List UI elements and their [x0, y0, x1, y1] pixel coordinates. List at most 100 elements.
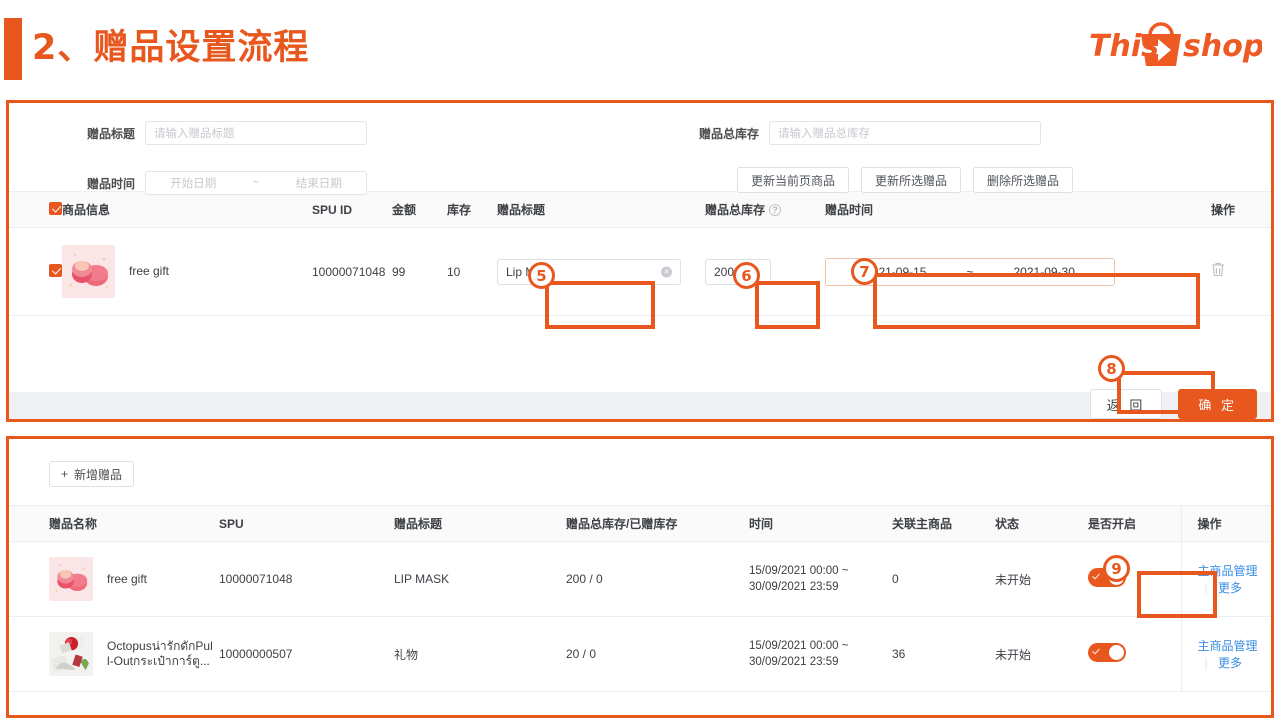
confirm-button[interactable]: 确 定: [1178, 389, 1257, 419]
list-time: 15/09/2021 00:00 ~ 30/09/2021 23:59: [749, 565, 849, 593]
back-button[interactable]: 返 回: [1089, 389, 1163, 419]
gift-total-stock-label: 赠品总库存: [699, 126, 760, 141]
enable-toggle[interactable]: [1088, 643, 1126, 662]
gift-total-stock-row-value: 200: [714, 264, 735, 279]
check-icon: [1092, 646, 1100, 655]
page-title: 2、赠品设置流程: [32, 28, 310, 68]
gift-time-daterange-input[interactable]: 开始日期 ~ 结束日期: [145, 171, 368, 195]
update-selected-gifts-button[interactable]: 更新所选赠品: [861, 167, 962, 193]
action-separator: |: [1204, 656, 1208, 670]
header-operation: 操作: [1211, 203, 1236, 217]
list-related-products: 0: [892, 572, 899, 586]
manage-main-products-link[interactable]: 主商品管理: [1198, 564, 1258, 578]
product-thumbnail: [62, 245, 115, 298]
more-link[interactable]: 更多: [1218, 656, 1242, 670]
field-gift-title: 赠品标题 请输入赠品标题: [87, 121, 368, 145]
select-all-checkbox[interactable]: [49, 201, 62, 215]
list-operation-cell: 主商品管理 | 更多: [1180, 541, 1271, 617]
header-product-info: 商品信息: [62, 203, 111, 217]
product-thumbnail: [49, 557, 93, 601]
gift-list-panel: + 新增赠品 赠品名称 SPU 赠品标题 赠品总库存/已赠库存 时间 关联主商品…: [6, 436, 1274, 718]
header-enabled: 是否开启: [1088, 517, 1137, 531]
date-range-separator: ~: [252, 177, 260, 189]
add-gift-button[interactable]: + 新增赠品: [49, 461, 135, 487]
header-spu-id: SPU ID: [312, 202, 353, 217]
list-enabled-cell: [1088, 617, 1181, 692]
gift-list-table: 赠品名称 SPU 赠品标题 赠品总库存/已赠库存 时间 关联主商品 状态 是否开…: [9, 505, 1271, 692]
step-badge-7: 7: [851, 258, 878, 285]
header-gift-total-stock: 赠品总库存?: [705, 192, 825, 228]
row-checkbox[interactable]: [49, 263, 62, 277]
gift-time-label: 赠品时间: [87, 176, 136, 191]
toggle-knob: [1109, 645, 1124, 660]
header-related-products: 关联主商品: [892, 517, 953, 531]
update-current-page-products-button[interactable]: 更新当前页商品: [737, 167, 850, 193]
step-badge-6: 6: [733, 262, 760, 289]
edit-footer-actions: 返 回 确 定: [1089, 389, 1257, 419]
header-gift-title: 赠品标题: [497, 203, 546, 217]
thisshop-logo: This shop: [1087, 18, 1262, 70]
row-stock: 10: [447, 264, 461, 279]
product-thumbnail: [49, 632, 93, 676]
svg-text:This: This: [1089, 29, 1159, 64]
delete-selected-gifts-button[interactable]: 删除所选赠品: [973, 167, 1074, 193]
list-stock: 20 / 0: [566, 647, 597, 661]
date-start-placeholder: 开始日期: [170, 178, 217, 190]
gift-title-placeholder: 请输入赠品标题: [154, 128, 235, 140]
header-time: 时间: [749, 517, 774, 531]
list-stock: 200 / 0: [566, 572, 603, 586]
delete-row-icon[interactable]: [1211, 263, 1225, 281]
list-related-products: 36: [892, 647, 906, 661]
table-row: free gift 10000071048 LIP MASK 200 / 0 1…: [9, 541, 1271, 617]
gift-edit-table-header: 商品信息 SPU ID 金额 库存 赠品标题 赠品总库存? 赠品时间 操作: [9, 191, 1271, 228]
clear-icon[interactable]: ×: [661, 266, 672, 277]
list-spu: 10000000507: [219, 647, 293, 661]
gift-title-row-input[interactable]: Lip Mask ×: [497, 258, 681, 285]
date-end-placeholder: 结束日期: [295, 178, 342, 190]
row-select-cell[interactable]: [9, 228, 62, 316]
check-icon: [1092, 571, 1100, 580]
step-badge-8: 8: [1098, 355, 1125, 382]
manage-main-products-link[interactable]: 主商品管理: [1198, 639, 1258, 653]
list-operation-cell: 主商品管理 | 更多: [1180, 616, 1271, 692]
list-enabled-cell: [1088, 542, 1181, 617]
gift-title-input[interactable]: 请输入赠品标题: [145, 121, 368, 145]
gift-edit-table: 商品信息 SPU ID 金额 库存 赠品标题 赠品总库存? 赠品时间 操作 fr…: [9, 191, 1271, 316]
trash-icon-svg: [1212, 263, 1224, 277]
list-gift-title: 礼物: [394, 647, 419, 662]
table-row: Octopusน่ารักดักPul l-Outกระเป๋าการ์ตู..…: [9, 616, 1271, 692]
list-time-cell: 15/09/2021 00:00 ~ 30/09/2021 23:59: [749, 542, 892, 617]
product-name: free gift: [129, 264, 170, 278]
page-header: 2、赠品设置流程 This shop: [0, 0, 1280, 92]
header-select-all[interactable]: [9, 192, 62, 228]
table-row: free gift 10000071048 99 10 Lip Mask ×: [9, 228, 1271, 316]
gift-date-separator: ~: [966, 264, 974, 279]
header-spu: SPU: [219, 516, 244, 531]
gift-name: free gift: [107, 571, 148, 586]
header-gift-name: 赠品名称: [49, 517, 98, 531]
bulk-action-buttons: 更新当前页商品 更新所选赠品 删除所选赠品: [737, 167, 1074, 193]
row-gift-total-stock-cell: 200: [705, 228, 825, 316]
svg-text:shop: shop: [1183, 29, 1262, 64]
gift-total-stock-input[interactable]: 请输入赠品总库存: [769, 121, 1042, 145]
gift-list-table-header: 赠品名称 SPU 赠品标题 赠品总库存/已赠库存 时间 关联主商品 状态 是否开…: [9, 505, 1271, 542]
row-amount: 99: [392, 264, 406, 279]
header-amount: 金额: [392, 203, 417, 217]
plus-icon: +: [61, 467, 69, 481]
header-gift-stock-used: 赠品总库存/已赠库存: [566, 517, 678, 531]
gift-title-label: 赠品标题: [87, 126, 136, 141]
field-gift-total-stock: 赠品总库存 请输入赠品总库存: [699, 121, 1042, 145]
action-separator: |: [1204, 581, 1208, 595]
list-spu: 10000071048: [219, 572, 293, 586]
header-list-operation: 操作: [1180, 505, 1271, 542]
list-status: 未开始: [995, 647, 1032, 662]
list-status: 未开始: [995, 572, 1032, 587]
more-link[interactable]: 更多: [1218, 581, 1242, 595]
row-gift-time-cell: 2021-09-15 ~ 2021-09-30: [825, 228, 1211, 316]
row-spu-id: 10000071048: [312, 264, 386, 279]
help-icon[interactable]: ?: [769, 204, 782, 216]
header-gift-total-stock-text: 赠品总库存: [705, 203, 766, 217]
gift-total-stock-placeholder: 请输入赠品总库存: [778, 128, 871, 140]
gift-name: Octopusน่ารักดักPul l-Outกระเป๋าการ์ตู..…: [107, 639, 213, 668]
header-status: 状态: [995, 517, 1020, 531]
